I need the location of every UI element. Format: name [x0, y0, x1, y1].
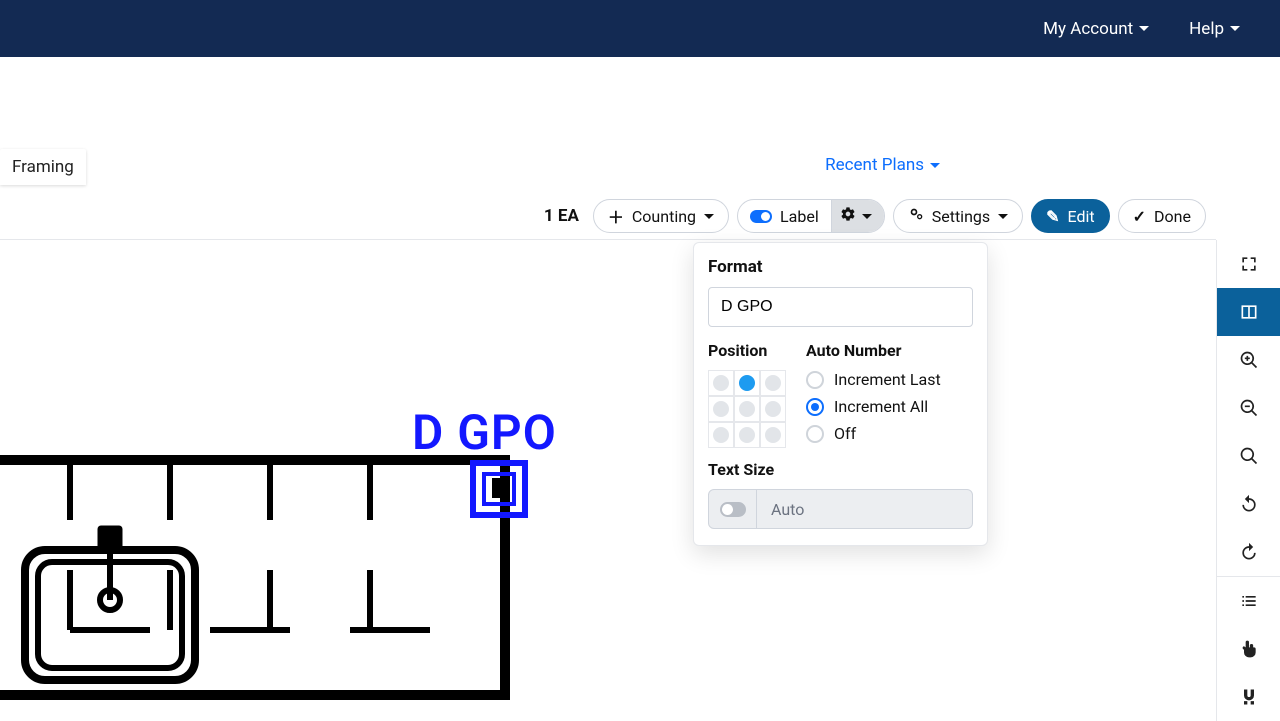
auto-number-off[interactable]: Off: [806, 424, 941, 443]
auto-number-opt-2: Off: [834, 424, 856, 443]
position-cell-6[interactable]: [708, 422, 734, 448]
label-gear-dropdown[interactable]: [832, 200, 884, 232]
format-input[interactable]: [708, 287, 973, 327]
text-size-mode: Auto: [757, 500, 804, 519]
text-size-section: Text Size Auto: [708, 460, 973, 529]
my-account-label: My Account: [1043, 19, 1133, 39]
position-cell-0[interactable]: [708, 370, 734, 396]
auto-number-heading: Auto Number: [806, 341, 941, 360]
auto-number-increment-last[interactable]: Increment Last: [806, 370, 941, 389]
gears-icon: [908, 206, 924, 226]
help-label: Help: [1189, 19, 1224, 39]
snap-button[interactable]: [1217, 673, 1280, 721]
touch-button[interactable]: [1217, 625, 1280, 673]
auto-number-opt-1: Increment All: [834, 397, 928, 416]
check-icon: [1133, 207, 1146, 226]
side-toolbar: [1216, 240, 1280, 721]
text-size-heading: Text Size: [708, 460, 973, 479]
tab-framing[interactable]: Framing: [0, 149, 86, 185]
help-link[interactable]: Help: [1189, 19, 1240, 39]
top-nav: My Account Help: [0, 0, 1280, 57]
zoom-out-button[interactable]: [1217, 384, 1280, 432]
auto-number-opt-0: Increment Last: [834, 370, 941, 389]
position-cell-5[interactable]: [760, 396, 786, 422]
recent-plans-dropdown[interactable]: Recent Plans: [825, 155, 940, 175]
my-account-link[interactable]: My Account: [1043, 19, 1149, 39]
label-settings-pill: Label: [737, 199, 885, 233]
position-section: Position: [708, 341, 786, 448]
plus-icon: [608, 204, 624, 228]
caret-down-icon: [998, 214, 1008, 219]
toolbar: 1 EA Counting Label Settings Edit D: [0, 193, 1216, 240]
caret-down-icon: [930, 163, 940, 168]
position-heading: Position: [708, 341, 786, 360]
zoom-out-icon: [1239, 398, 1259, 418]
caret-down-icon: [1230, 26, 1240, 31]
toggle-on-icon: [750, 210, 772, 223]
marker-label: D GPO: [412, 404, 557, 461]
position-cell-1[interactable]: [734, 370, 760, 396]
settings-dropdown[interactable]: Settings: [893, 199, 1023, 233]
floorplan-drawing: [0, 430, 520, 720]
text-size-control[interactable]: Auto: [708, 489, 973, 529]
zoom-in-button[interactable]: [1217, 336, 1280, 384]
zoom-in-icon: [1239, 350, 1259, 370]
magnet-icon: [1239, 687, 1259, 707]
list-button[interactable]: [1217, 577, 1280, 625]
position-cell-7[interactable]: [734, 422, 760, 448]
position-grid: [708, 370, 786, 448]
plan-canvas[interactable]: [0, 240, 1216, 720]
edit-icon: [1046, 207, 1059, 226]
expand-icon: [1239, 254, 1259, 274]
search-icon: [1239, 446, 1259, 466]
edit-button[interactable]: Edit: [1031, 199, 1110, 233]
undo-button[interactable]: [1217, 480, 1280, 528]
hand-pointer-icon: [1239, 639, 1259, 659]
undo-icon: [1239, 494, 1259, 514]
list-icon: [1239, 591, 1259, 611]
recent-plans-label: Recent Plans: [825, 155, 924, 175]
gear-icon: [840, 206, 856, 226]
counting-dropdown[interactable]: Counting: [593, 199, 729, 233]
toggle-off-icon: [720, 502, 746, 517]
zoom-fit-button[interactable]: [1217, 432, 1280, 480]
position-cell-8[interactable]: [760, 422, 786, 448]
format-heading: Format: [708, 257, 973, 277]
fullscreen-button[interactable]: [1217, 240, 1280, 288]
done-button[interactable]: Done: [1118, 199, 1206, 233]
settings-label: Settings: [932, 207, 990, 226]
quantity-label: 1 EA: [544, 206, 579, 226]
position-cell-2[interactable]: [760, 370, 786, 396]
auto-number-radios: Increment Last Increment All Off: [806, 370, 941, 443]
position-cell-4[interactable]: [734, 396, 760, 422]
label-format-popover: Format Position Auto Number Increm: [693, 242, 988, 546]
columns-icon: [1239, 302, 1259, 322]
caret-down-icon: [704, 214, 714, 219]
label-text: Label: [780, 207, 819, 226]
split-view-button[interactable]: [1217, 288, 1280, 336]
count-marker[interactable]: [470, 460, 528, 518]
caret-down-icon: [862, 214, 872, 219]
counting-label: Counting: [632, 207, 696, 226]
edit-label: Edit: [1068, 207, 1095, 226]
redo-button[interactable]: [1217, 528, 1280, 576]
redo-icon: [1239, 542, 1259, 562]
tab-row: Framing Recent Plans: [0, 138, 1280, 192]
label-toggle[interactable]: Label: [738, 200, 831, 232]
caret-down-icon: [1139, 26, 1149, 31]
done-label: Done: [1154, 207, 1191, 226]
position-cell-3[interactable]: [708, 396, 734, 422]
auto-number-increment-all[interactable]: Increment All: [806, 397, 941, 416]
auto-number-section: Auto Number Increment Last Increment All…: [806, 341, 941, 448]
